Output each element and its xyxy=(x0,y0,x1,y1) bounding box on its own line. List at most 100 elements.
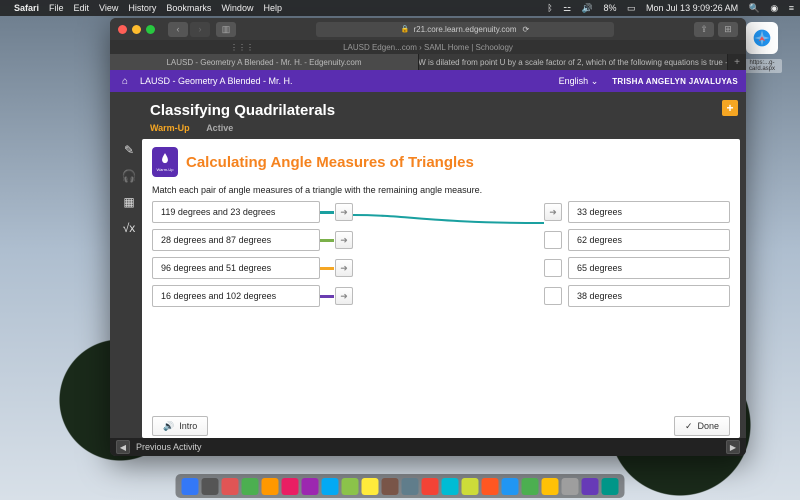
favorites-bar: ⋮⋮⋮ LAUSD Edgen...com › SAML Home | Scho… xyxy=(110,40,746,54)
share-button[interactable]: ⇪ xyxy=(694,22,714,37)
stub-icon xyxy=(320,211,334,214)
dock-app-icon[interactable] xyxy=(322,478,339,495)
dock-app-icon[interactable] xyxy=(342,478,359,495)
dock-app-icon[interactable] xyxy=(302,478,319,495)
drag-handle[interactable]: ➜ xyxy=(335,287,353,305)
calendar-icon[interactable]: ▦ xyxy=(120,193,138,211)
drop-target[interactable] xyxy=(544,259,562,277)
match-left[interactable]: 119 degrees and 23 degrees xyxy=(152,201,320,223)
nav-back[interactable]: ‹ xyxy=(168,22,188,37)
siri-icon[interactable]: ◉ xyxy=(770,3,778,13)
prev-activity-link[interactable]: Previous Activity xyxy=(136,442,202,452)
browser-tab-1[interactable]: LAUSD - Geometry A Blended - Mr. H. - Ed… xyxy=(110,54,419,70)
dock-app-icon[interactable] xyxy=(362,478,379,495)
dock-app-icon[interactable] xyxy=(242,478,259,495)
address-bar[interactable]: 🔒 r21.core.learn.edgenuity.com ⟳ xyxy=(316,22,614,37)
window-close[interactable] xyxy=(118,25,127,34)
webloc-label: https:...g-card.aspx xyxy=(742,59,782,73)
dock-app-icon[interactable] xyxy=(542,478,559,495)
dock-app-icon[interactable] xyxy=(462,478,479,495)
nav-forward[interactable]: › xyxy=(190,22,210,37)
match-left[interactable]: 96 degrees and 51 degrees xyxy=(152,257,320,279)
dock-app-icon[interactable] xyxy=(582,478,599,495)
window-zoom[interactable] xyxy=(146,25,155,34)
menu-history[interactable]: History xyxy=(128,3,156,13)
status-icons: ᛒ ⚍ 🔊 8% ▭ Mon Jul 13 9:09:26 AM 🔍 ◉ ≡ xyxy=(539,3,794,14)
warmup-icon: Warm-Up xyxy=(152,147,178,177)
user-name[interactable]: TRISHA ANGELYN JAVALUYAS xyxy=(612,77,738,86)
headphones-icon[interactable]: 🎧 xyxy=(120,167,138,185)
dock-app-icon[interactable] xyxy=(482,478,499,495)
notification-icon[interactable]: ≡ xyxy=(789,3,794,13)
app-menu[interactable]: Safari xyxy=(14,3,39,13)
language-select[interactable]: English ⌄ xyxy=(559,76,599,87)
drop-target[interactable] xyxy=(544,287,562,305)
match-right[interactable]: 38 degrees xyxy=(568,285,730,307)
activity-nav-bar: ◀ Previous Activity ▶ xyxy=(110,438,746,456)
dock-app-icon[interactable] xyxy=(602,478,619,495)
dock-app-icon[interactable] xyxy=(442,478,459,495)
dock-app-icon[interactable] xyxy=(282,478,299,495)
browser-tab-2[interactable]: If ΔUVW is dilated from point U by a sca… xyxy=(419,54,728,70)
activity-card: Warm-Up Calculating Angle Measures of Tr… xyxy=(142,139,740,438)
course-title[interactable]: LAUSD - Geometry A Blended - Mr. H. xyxy=(140,76,293,86)
match-left[interactable]: 16 degrees and 102 degrees xyxy=(152,285,320,307)
desktop-webloc[interactable]: https:...g-card.aspx xyxy=(742,22,782,75)
drag-handle[interactable]: ➜ xyxy=(335,203,353,221)
safari-icon xyxy=(746,22,778,54)
menu-file[interactable]: File xyxy=(49,3,64,13)
bluetooth-icon: ᛒ xyxy=(547,3,552,13)
dock-app-icon[interactable] xyxy=(522,478,539,495)
spotlight-icon[interactable]: 🔍 xyxy=(749,3,760,13)
dock-app-icon[interactable] xyxy=(222,478,239,495)
dock-app-icon[interactable] xyxy=(502,478,519,495)
match-right[interactable]: 33 degrees xyxy=(568,201,730,223)
menu-edit[interactable]: Edit xyxy=(74,3,90,13)
intro-button[interactable]: 🔊 Intro xyxy=(152,416,208,436)
chevron-down-icon: ⌄ xyxy=(591,76,599,86)
dock-app-icon[interactable] xyxy=(382,478,399,495)
formula-icon[interactable]: √x xyxy=(120,219,138,237)
tab-strip: LAUSD - Geometry A Blended - Mr. H. - Ed… xyxy=(110,54,746,70)
url-text: r21.core.learn.edgenuity.com xyxy=(413,25,516,34)
dock-app-icon[interactable] xyxy=(202,478,219,495)
drop-target[interactable] xyxy=(544,231,562,249)
pencil-tool-icon[interactable]: ✎ xyxy=(120,141,138,159)
lesson-tab-active[interactable]: Active xyxy=(206,123,233,133)
drag-handle[interactable]: ➜ xyxy=(335,231,353,249)
home-icon[interactable]: ⌂ xyxy=(118,74,132,88)
tool-strip: ✎ 🎧 ▦ √x xyxy=(116,139,142,438)
match-row: 96 degrees and 51 degrees ➜ 65 degrees xyxy=(152,257,730,279)
add-button[interactable]: + xyxy=(722,100,738,116)
dock-app-icon[interactable] xyxy=(262,478,279,495)
lesson-title: Classifying Quadrilaterals xyxy=(150,102,706,119)
drop-target[interactable]: ➜ xyxy=(544,203,562,221)
match-left[interactable]: 28 degrees and 87 degrees xyxy=(152,229,320,251)
reload-icon[interactable]: ⟳ xyxy=(523,25,530,34)
done-button[interactable]: ✓ Done xyxy=(674,416,730,436)
menu-view[interactable]: View xyxy=(99,3,118,13)
menu-window[interactable]: Window xyxy=(221,3,253,13)
prev-arrow[interactable]: ◀ xyxy=(116,440,130,454)
dock-app-icon[interactable] xyxy=(182,478,199,495)
next-arrow[interactable]: ▶ xyxy=(726,440,740,454)
battery-text: 8% xyxy=(603,3,616,13)
match-right[interactable]: 65 degrees xyxy=(568,257,730,279)
menu-bookmarks[interactable]: Bookmarks xyxy=(166,3,211,13)
clock: Mon Jul 13 9:09:26 AM xyxy=(646,3,738,13)
dock-app-icon[interactable] xyxy=(562,478,579,495)
window-minimize[interactable] xyxy=(132,25,141,34)
lesson-tab-warmup[interactable]: Warm-Up xyxy=(150,123,190,133)
stub-icon xyxy=(320,267,334,270)
new-tab-button[interactable]: + xyxy=(728,54,746,70)
activity-title: Calculating Angle Measures of Triangles xyxy=(186,154,474,171)
grid-icon[interactable]: ⋮⋮⋮ xyxy=(230,43,254,52)
menu-help[interactable]: Help xyxy=(263,3,282,13)
match-right[interactable]: 62 degrees xyxy=(568,229,730,251)
tabs-button[interactable]: ⊞ xyxy=(718,22,738,37)
dock-app-icon[interactable] xyxy=(402,478,419,495)
drag-handle[interactable]: ➜ xyxy=(335,259,353,277)
dock-app-icon[interactable] xyxy=(422,478,439,495)
sidebar-toggle[interactable]: ▥ xyxy=(216,22,236,37)
mac-menu-bar: Safari File Edit View History Bookmarks … xyxy=(0,0,800,16)
